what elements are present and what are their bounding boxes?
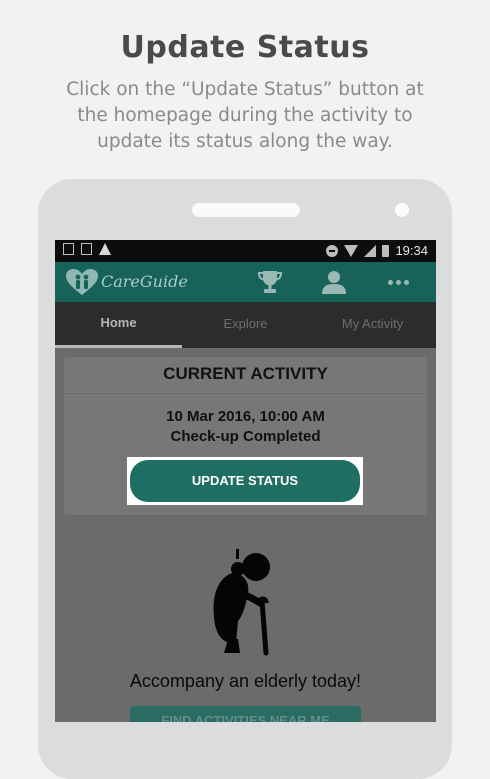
image-icon: [63, 243, 74, 255]
tab-explore[interactable]: Explore: [182, 302, 309, 348]
tab-bar: Home Explore My Activity: [55, 302, 436, 348]
more-icon[interactable]: [388, 280, 409, 285]
promo-description-line: the homepage during the activity to: [77, 105, 413, 126]
find-activities-button[interactable]: FIND ACTIVITIES NEAR ME: [130, 706, 361, 722]
update-status-button[interactable]: UPDATE STATUS: [130, 460, 360, 502]
promo-title: Update Status: [120, 30, 370, 65]
phone-camera: [395, 203, 409, 217]
battery-icon: [382, 244, 390, 257]
promo-description-line: update its status along the way.: [97, 131, 393, 152]
highlight-frame: UPDATE STATUS: [127, 457, 363, 505]
warning-icon: [99, 243, 111, 255]
activity-datetime: 10 Mar 2016, 10:00 AM: [166, 408, 325, 425]
careguide-logo-icon: [66, 269, 98, 295]
profile-icon[interactable]: [321, 269, 347, 295]
tab-home[interactable]: Home: [55, 302, 182, 348]
promo-description-line: Click on the “Update Status” button at: [66, 79, 424, 100]
tab-my-activity[interactable]: My Activity: [309, 302, 436, 348]
status-time: 19:34: [395, 243, 428, 258]
wifi-icon: [344, 244, 359, 257]
promo-description: Click on the “Update Status” button at t…: [40, 77, 450, 155]
app-logo-text: CareGuide: [101, 272, 188, 291]
phone-screen: 19:34 CareGuide Home Explore My Activity…: [55, 240, 436, 722]
phone-speaker: [192, 203, 300, 217]
card-title: CURRENT ACTIVITY: [64, 357, 427, 394]
do-not-disturb-icon: [326, 244, 339, 257]
empty-state-tagline: Accompany an elderly today!: [129, 671, 362, 691]
elderly-person-icon: [213, 549, 270, 656]
download-icon: [81, 243, 92, 255]
activity-status: Check-up Completed: [170, 428, 321, 445]
signal-icon: [364, 244, 377, 257]
trophy-icon[interactable]: [257, 269, 283, 295]
status-bar: 19:34: [55, 240, 436, 262]
app-bar: CareGuide: [55, 262, 436, 302]
